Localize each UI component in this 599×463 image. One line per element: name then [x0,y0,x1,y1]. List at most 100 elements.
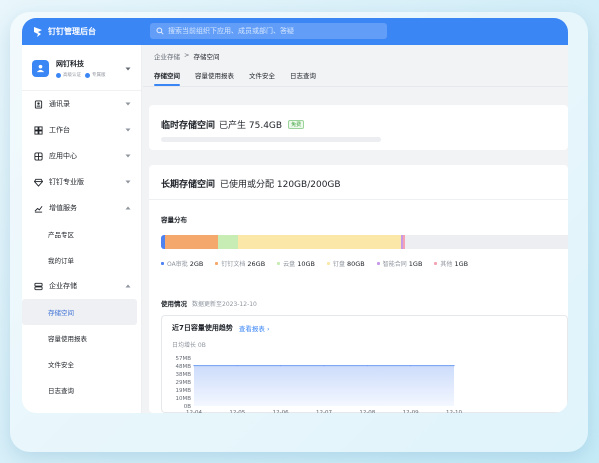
data-point [193,364,195,367]
temp-storage-progress [161,137,381,142]
org-name: 网钉科技 [56,60,84,68]
sidebar-subitem-file-security[interactable]: 文件安全 [22,351,141,377]
legend-swatch [376,262,380,265]
temp-storage-value: 已产生 75.4GB [219,121,283,131]
certified-badge: 高级认证 [56,72,81,78]
legend-swatch [161,262,164,265]
capacity-bar [161,235,568,249]
legend-name: 钉盘 [332,261,345,268]
workbench-icon [34,125,43,135]
top-bar: 钉钉管理后台 [22,18,568,45]
sidebar-item-label: 通讯录 [49,100,70,108]
breadcrumb-current: 存储空间 [193,53,220,61]
sidebar-item-workbench[interactable]: 工作台 [22,117,141,143]
search-box[interactable] [150,23,387,39]
data-point [280,364,282,367]
y-tick-label: 10MB [175,396,191,402]
usage-header: 使用情况 数据更新至2023-12-10 [161,298,257,308]
sidebar-item-enterprise-storage[interactable]: 企业存储 [22,273,141,299]
edition-badge: 专属版 [85,72,106,78]
sidebar-subitem-products[interactable]: 产品专区 [22,221,141,247]
series-area [194,365,454,406]
tab-storage-space[interactable]: 存储空间 [154,70,180,86]
long-storage-value: 已使用或分配 120GB/200GB [220,180,341,190]
x-tick-label: 12-08 [359,410,375,413]
capacity-segment [238,235,402,249]
capacity-segment-free [405,235,568,249]
legend-name: 云盘 [283,261,296,268]
sidebar-item-app-center[interactable]: 应用中心 [22,143,141,169]
sidebar-item-contacts[interactable]: 通讯录 [22,91,141,117]
temp-storage-card: 临时存储空间 已产生 75.4GB 免费 [149,105,568,150]
y-tick-label: 57MB [175,356,191,362]
y-tick-label: 29MB [175,380,191,386]
org-avatar [32,60,49,77]
x-tick-label: 12-07 [316,410,332,413]
caret-down-icon [125,67,131,70]
long-storage-label: 长期存储空间 [161,180,216,190]
usage-label: 使用情况 [161,300,187,308]
sidebar-item-pro[interactable]: 钉钉专业版 [22,169,141,195]
data-point [323,364,325,367]
tab-file-security[interactable]: 文件安全 [249,70,275,86]
chevron-up-icon [125,284,131,288]
temp-storage-label: 临时存储空间 [161,121,216,131]
org-switcher[interactable]: 网钉科技 高级认证 专属版 [22,45,141,91]
trend-chart-card: 近7日容量使用趋势 查看报表 › 日均增长 0B 57MB 48MB 38MB 29M… [161,315,568,413]
sidebar-item-label: 工作台 [49,126,70,134]
chevron-down-icon [125,102,131,106]
legend-item: 钉钉文档 26GB [215,259,265,268]
legend-swatch [434,262,438,265]
admin-app: 钉钉管理后台 网钉科技 高级认证 专属版 [22,18,568,413]
data-point [453,364,455,367]
legend-item: 钉盘 80GB [326,259,365,268]
chevron-down-icon [125,128,131,132]
legend-value: 1GB [454,259,469,268]
legend-item: OA审批 2GB [161,259,203,268]
sidebar-subitem-storage-space[interactable]: 存储空间 [22,299,137,325]
sidebar-subitem-usage-report[interactable]: 容量使用报表 [22,325,141,351]
legend-name: 智能合同 [382,261,407,268]
breadcrumb-separator: > [184,51,190,59]
legend-swatch [277,262,281,265]
y-tick-label: 38MB [175,372,191,378]
usage-updated: 数据更新至2023-12-10 [192,301,257,308]
team-icon [36,64,45,73]
contacts-icon [34,99,43,109]
breadcrumb-parent[interactable]: 企业存储 [154,51,180,61]
x-tick-label: 12-10 [446,410,462,413]
capacity-segment [165,235,218,249]
chevron-down-icon [125,180,131,184]
search-input[interactable] [168,27,378,35]
legend-swatch [215,262,219,265]
sidebar: 网钉科技 高级认证 专属版 通讯录 工作台 应用中心 钉钉专业版 增值服务 产品… [22,45,142,413]
sidebar-subitem-orders[interactable]: 我的订单 [22,247,141,273]
data-point [366,364,368,367]
diamond-icon [34,178,43,187]
breadcrumb: 企业存储 > 存储空间 [154,51,219,61]
data-point [236,364,238,367]
y-tick-label: 19MB [175,388,191,394]
tab-usage-report[interactable]: 容量使用报表 [195,70,234,86]
app-title: 钉钉管理后台 [48,27,96,36]
app-center-icon [34,151,43,161]
legend-name: 钉钉文档 [221,261,246,268]
dingtalk-logo-icon [34,26,42,37]
capacity-label: 容量分布 [161,216,187,224]
view-report-link[interactable]: 查看报表 › [239,323,270,333]
legend-item: 其他 1GB [434,259,468,268]
badge-icon [85,72,90,78]
sidebar-item-label: 应用中心 [49,152,77,160]
card-divider [149,199,568,200]
legend-swatch [326,262,330,265]
long-storage-card: 长期存储空间 已使用或分配 120GB/200GB 容量分布 OA审批 2GB 钉钉… [149,165,568,413]
tab-bar: 存储空间 容量使用报表 文件安全 日志查询 [154,70,331,86]
sidebar-subitem-log-query[interactable]: 日志查询 [22,377,141,403]
sidebar-item-value-added[interactable]: 增值服务 [22,195,141,221]
logo[interactable]: 钉钉管理后台 [32,26,152,38]
legend-value: 26GB [247,259,266,268]
legend-name: 其他 [440,261,453,268]
tab-log-query[interactable]: 日志查询 [290,70,316,86]
legend-value: 80GB [346,259,365,268]
x-tick-label: 12-04 [186,410,202,413]
